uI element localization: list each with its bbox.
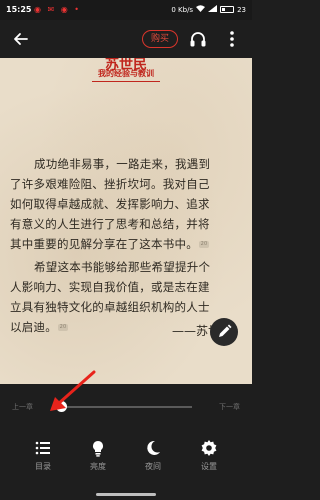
- text-line: 人影响力、实现自我价值，或是志在建: [10, 280, 210, 294]
- status-indicators: 0 Kb/s 23: [171, 5, 246, 14]
- text-line: 了许多艰难险阻、挫折坎坷。我对自己: [10, 177, 210, 191]
- title-divider: [92, 81, 160, 82]
- status-time: 15:25: [6, 5, 32, 14]
- lightbulb-icon: [88, 438, 108, 458]
- gear-icon: [199, 438, 219, 458]
- book-page[interactable]: 苏世民 我的经验与教训 成功绝非易事，一路走来，我遇到 了许多艰难险阻、挫折坎坷…: [0, 58, 252, 384]
- night-mode-button[interactable]: 夜间: [128, 434, 178, 476]
- progress-slider-handle[interactable]: [56, 401, 67, 412]
- headphones-icon[interactable]: [187, 28, 209, 50]
- prev-chapter-button[interactable]: 上一章: [12, 402, 33, 412]
- notification-icons: ◉ ✉ ◉ •: [34, 5, 82, 14]
- home-indicator[interactable]: [96, 493, 156, 496]
- settings-button[interactable]: 设置: [184, 434, 234, 476]
- text-line: 有意义的人生进行了思考和总结，并将: [10, 217, 210, 231]
- pen-icon: [219, 324, 232, 337]
- paragraph-comment-badge[interactable]: 20: [58, 324, 68, 331]
- paragraph-1: 成功绝非易事，一路走来，我遇到 了许多艰难险阻、挫折坎坷。我对自己 如何取得卓越…: [10, 154, 244, 254]
- reader-bottom-panel: 上一章 下一章 目录 亮度 夜间 设置: [0, 384, 252, 488]
- night-label: 夜间: [145, 462, 161, 471]
- text-line: 希望这本书能够给那些希望提升个: [34, 260, 211, 274]
- reader-top-bar: 购买: [0, 20, 252, 58]
- battery-level: 23: [237, 5, 246, 14]
- brightness-label: 亮度: [90, 462, 106, 471]
- catalog-button[interactable]: 目录: [18, 434, 68, 476]
- status-bar: 15:25 ◉ ✉ ◉ • 0 Kb/s 23: [0, 0, 252, 20]
- book-subtitle: 我的经验与教训: [98, 68, 154, 78]
- text-line: 成功绝非易事，一路走来，我遇到: [34, 157, 211, 171]
- text-line: 立具有独特文化的卓越组织机构的人士: [10, 300, 210, 314]
- more-vertical-icon[interactable]: [221, 28, 243, 50]
- catalog-label: 目录: [35, 462, 51, 471]
- chapter-progress-slider[interactable]: [64, 406, 192, 408]
- moon-icon: [143, 438, 163, 458]
- text-line: 如何取得卓越成就、发挥影响力、追求: [10, 197, 210, 211]
- network-speed: 0 Kb/s: [171, 5, 194, 14]
- text-line-last: 其中重要的见解分享在了这本书中。 20: [10, 237, 209, 251]
- write-note-button[interactable]: [210, 318, 238, 346]
- list-icon: [33, 438, 53, 458]
- paragraph-comment-badge[interactable]: 20: [199, 241, 209, 248]
- signal-icon: [208, 5, 218, 14]
- battery-icon: [220, 6, 235, 13]
- back-arrow-icon[interactable]: [10, 28, 32, 50]
- next-chapter-button[interactable]: 下一章: [219, 402, 240, 412]
- brightness-button[interactable]: 亮度: [73, 434, 123, 476]
- wifi-icon: [196, 5, 206, 14]
- buy-button[interactable]: 购买: [142, 30, 178, 48]
- settings-label: 设置: [201, 462, 217, 471]
